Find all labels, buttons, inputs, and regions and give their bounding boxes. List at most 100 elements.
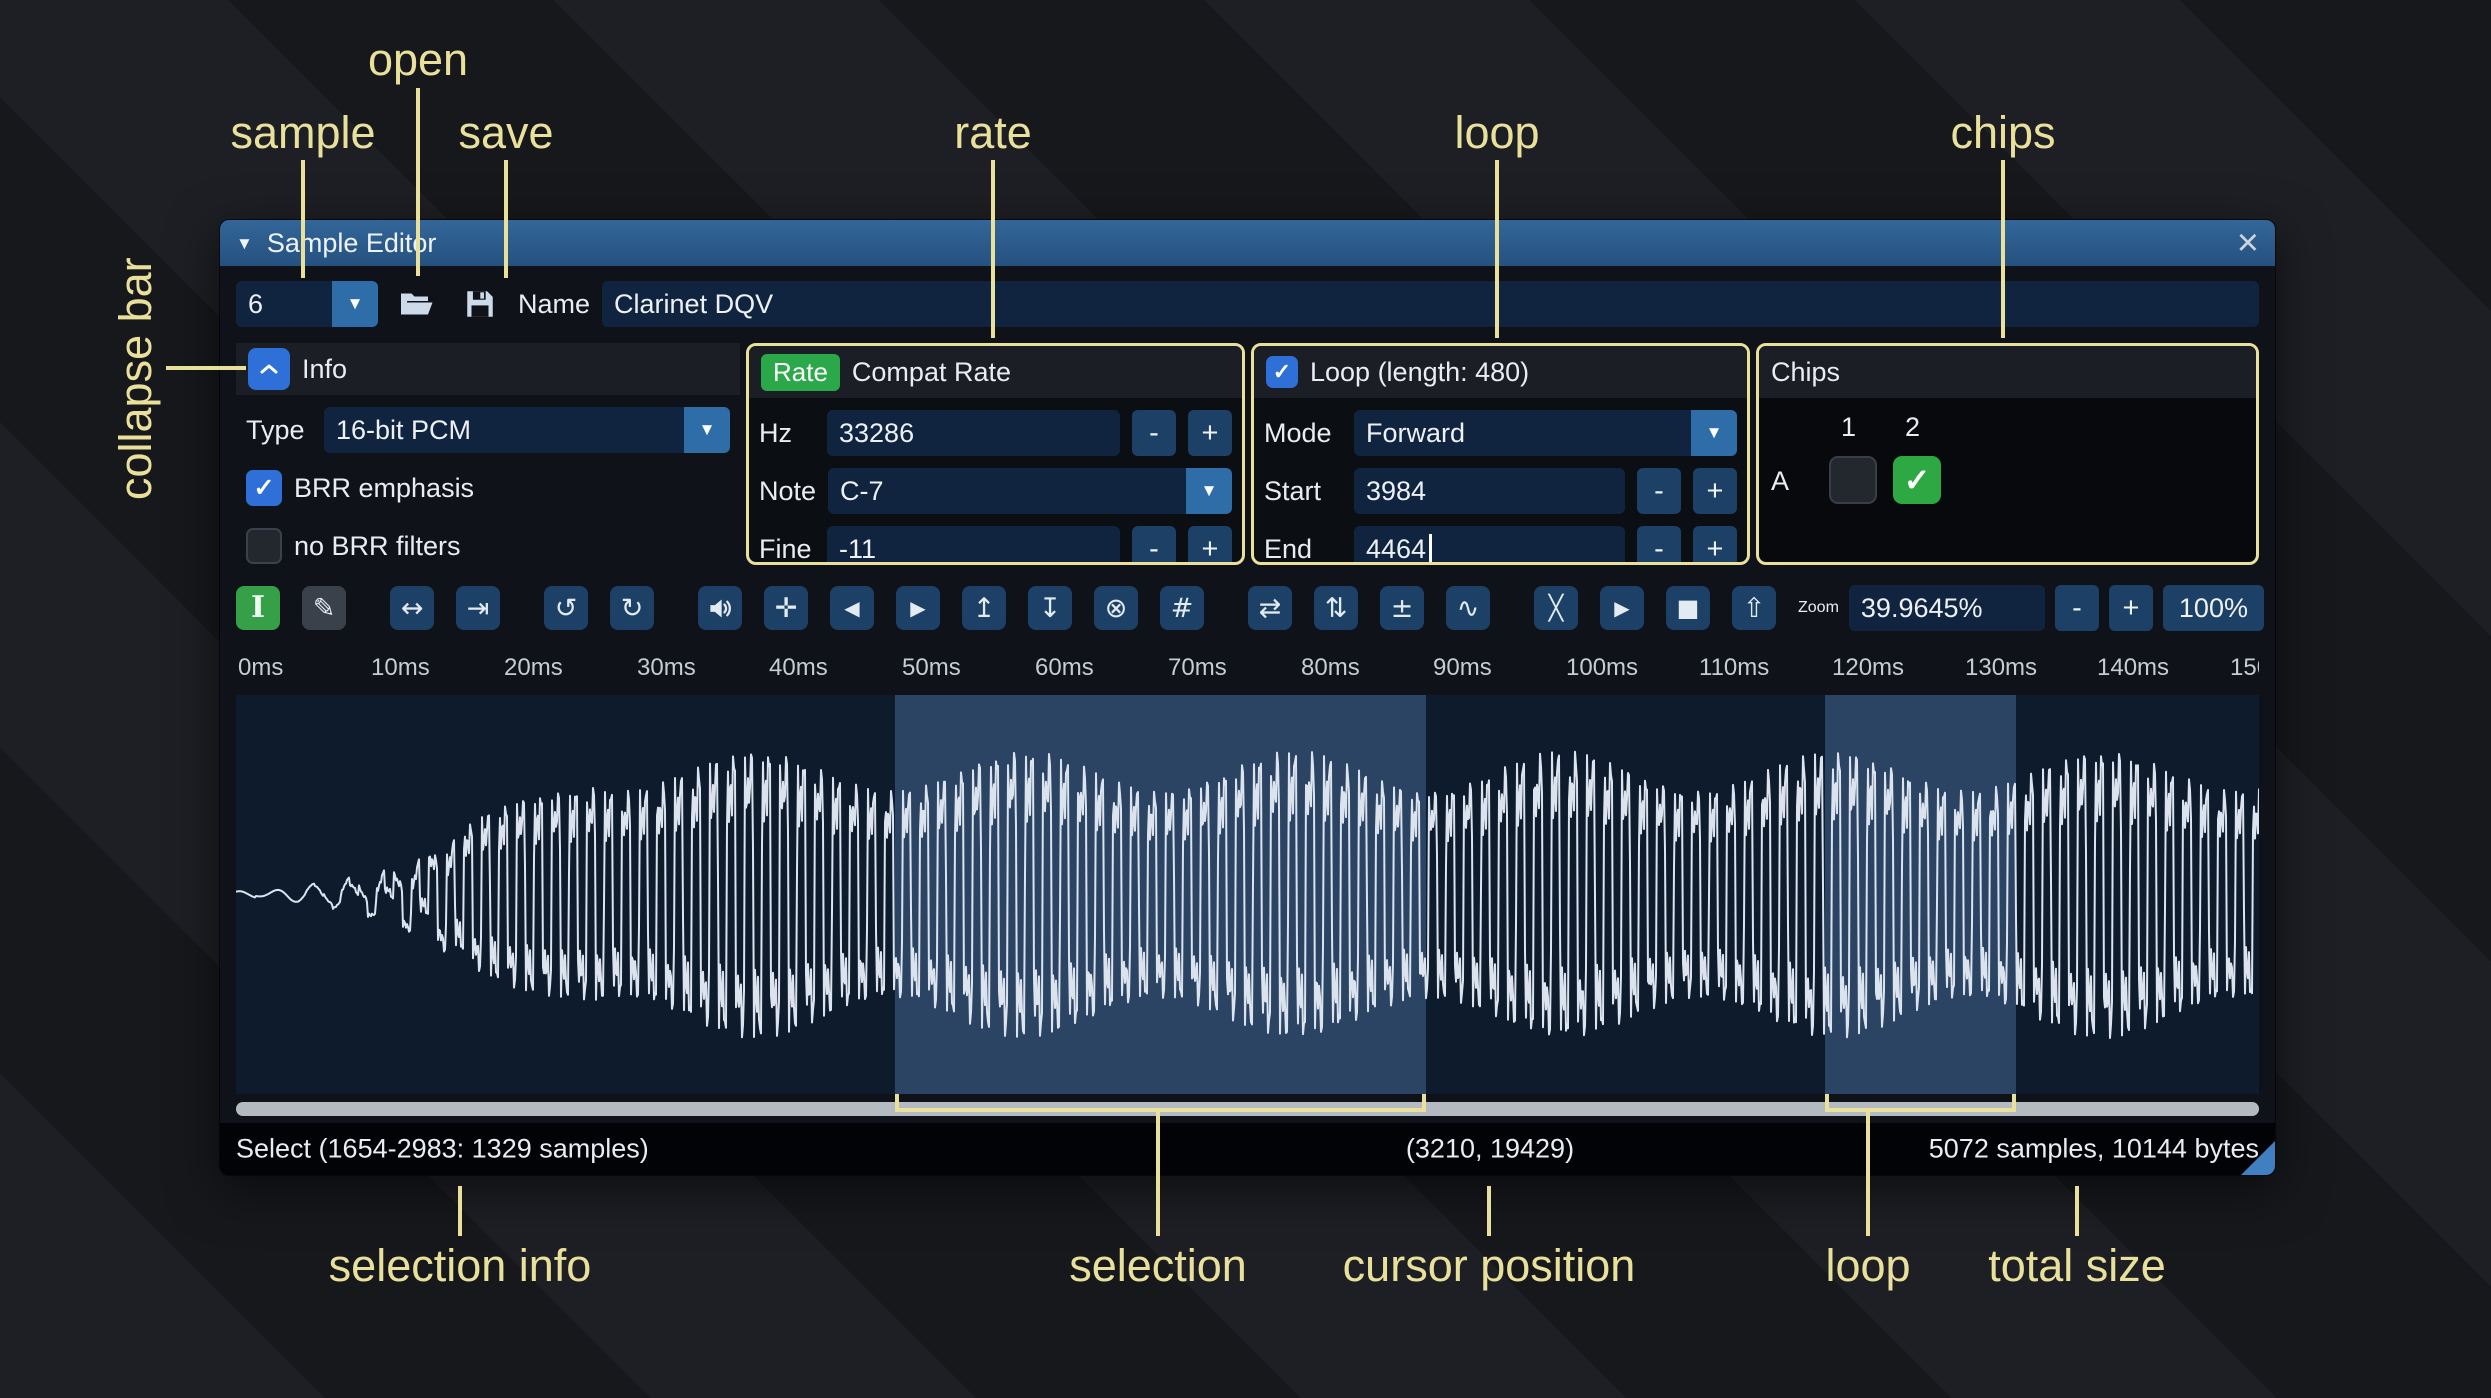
apply-silence-icon: ↧ [1038, 592, 1062, 624]
undo-button[interactable]: ↺ [544, 586, 588, 630]
chips-grid: 1 2 A ✓ [1759, 398, 2256, 562]
fade-in-button[interactable]: ◀ [830, 586, 874, 630]
loop-start-plus-button[interactable]: + [1693, 468, 1737, 514]
fade-out-button[interactable]: ▶ [896, 586, 940, 630]
annotation-line-save [504, 160, 508, 278]
zoom-input[interactable]: 39.9645% [1848, 585, 2045, 631]
sample-selector[interactable]: 6 ▼ [236, 281, 378, 327]
resize-button[interactable]: ↔ [390, 586, 434, 630]
collapse-bar-button[interactable] [248, 348, 290, 390]
rate-badge[interactable]: Rate [761, 353, 840, 391]
no-brr-filters-checkbox[interactable] [246, 528, 282, 564]
chevron-down-glyph: ▼ [698, 420, 716, 439]
brr-emphasis-checkbox[interactable]: ✓ [246, 470, 282, 506]
timeline-label: 80ms [1301, 654, 1360, 681]
chevron-down-icon[interactable]: ▼ [684, 407, 730, 453]
normalize-button[interactable]: ✛ [764, 586, 808, 630]
loop-end-input[interactable]: 4464 [1354, 526, 1625, 564]
apply-silence-button[interactable]: ↧ [1028, 586, 1072, 630]
fine-plus-button[interactable]: + [1188, 526, 1232, 562]
timeline-label: 100ms [1566, 654, 1639, 681]
sample-number-input[interactable]: 6 [236, 281, 332, 327]
close-icon[interactable]: × [2237, 224, 2259, 262]
filter-button[interactable]: ∿ [1446, 586, 1490, 630]
annotation-line-chips [2001, 160, 2005, 338]
chip-a2-toggle[interactable]: ✓ [1893, 456, 1941, 504]
reverse-icon: ⇄ [1258, 592, 1282, 624]
amplify-button[interactable] [698, 586, 742, 630]
export-button[interactable]: ⇧ [1732, 586, 1776, 630]
loop-mode-label: Mode [1264, 417, 1332, 448]
save-button[interactable] [454, 280, 506, 328]
chips-header-bar: Chips [1759, 346, 2256, 398]
loop-mode-dropdown[interactable]: Forward ▼ [1354, 410, 1737, 456]
resize-grip[interactable] [2241, 1141, 2275, 1175]
invert-icon: ⇅ [1324, 592, 1348, 624]
rate-header: Compat Rate [851, 356, 1011, 387]
resample-button[interactable]: ⇥ [456, 586, 500, 630]
no-brr-filters-label: no BRR filters [294, 530, 461, 561]
info-header-bar: Info [236, 343, 740, 395]
loop-end-plus-button[interactable]: + [1693, 526, 1737, 562]
loop-bracket [1825, 1094, 2016, 1112]
redo-button[interactable]: ↻ [610, 586, 654, 630]
loop-start-input[interactable]: 3984 [1354, 468, 1625, 514]
stop-button[interactable]: ■ [1666, 586, 1710, 630]
upload-icon: ⇧ [1742, 592, 1766, 624]
chips-header: Chips [1771, 356, 1841, 387]
hz-input[interactable]: 33286 [827, 410, 1120, 456]
chips-panel: Chips 1 2 A ✓ [1756, 343, 2259, 565]
loop-header: Loop (length: 480) [1310, 356, 1530, 387]
loop-mode-value[interactable]: Forward [1354, 410, 1691, 456]
i-beam-cursor-icon: I [250, 590, 266, 625]
status-bar: Select (1654-2983: 1329 samples) (3210, … [220, 1123, 2275, 1175]
chevron-down-icon[interactable]: ▼ [1186, 468, 1232, 514]
type-value[interactable]: 16-bit PCM [324, 407, 684, 453]
reverse-button[interactable]: ⇄ [1248, 586, 1292, 630]
fine-minus-button[interactable]: - [1132, 526, 1176, 562]
zoom-out-button[interactable]: - [2054, 585, 2099, 631]
zoom-reset-button[interactable]: 100% [2162, 585, 2264, 631]
preview-button[interactable]: ▶ [1600, 586, 1644, 630]
timeline-label: 50ms [902, 654, 961, 681]
fine-input[interactable]: -11 [827, 526, 1120, 562]
hz-plus-button[interactable]: + [1188, 410, 1232, 456]
name-label: Name [518, 288, 591, 319]
sign-button[interactable]: ± [1380, 586, 1424, 630]
zoom-in-button[interactable]: + [2108, 585, 2153, 631]
loop-end-value: 4464 [1366, 533, 1427, 564]
draw-tool-button[interactable]: ✎ [302, 586, 346, 630]
chevron-down-icon[interactable]: ▼ [1691, 410, 1737, 456]
delete-button[interactable]: ⊗ [1094, 586, 1138, 630]
rate-panel: Rate Compat Rate Hz 33286 - + Note C-7 ▼ [746, 343, 1245, 565]
window-collapse-icon[interactable]: ▼ [236, 235, 253, 252]
invert-button[interactable]: ⇅ [1314, 586, 1358, 630]
open-button[interactable] [390, 280, 442, 328]
play-icon: ▶ [1614, 596, 1630, 620]
annotation-line-collapse-bar [166, 366, 246, 370]
hz-minus-button[interactable]: - [1132, 410, 1176, 456]
waveform-display[interactable] [236, 695, 2259, 1094]
type-dropdown[interactable]: 16-bit PCM ▼ [324, 407, 730, 453]
stop-icon: ■ [1676, 594, 1700, 622]
undo-icon: ↺ [554, 592, 578, 624]
loop-end-minus-button[interactable]: - [1637, 526, 1681, 562]
name-input[interactable]: Clarinet DQV [602, 281, 2259, 327]
pencil-icon: ✎ [312, 592, 336, 624]
sample-dropdown-button[interactable]: ▼ [332, 281, 378, 327]
crop-icon: # [1170, 592, 1194, 624]
note-dropdown[interactable]: C-7 ▼ [828, 468, 1232, 514]
note-label: Note [759, 475, 817, 506]
timeline-label: 40ms [769, 654, 828, 681]
annotation-loop-top: loop [1454, 107, 1540, 158]
note-value[interactable]: C-7 [828, 468, 1186, 514]
info-header: Info [302, 353, 348, 384]
insert-silence-button[interactable]: ↥ [962, 586, 1006, 630]
loop-enable-checkbox[interactable]: ✓ [1266, 356, 1298, 388]
loop-start-minus-button[interactable]: - [1637, 468, 1681, 514]
titlebar[interactable]: ▼ Sample Editor × [220, 220, 2275, 266]
crossfade-button[interactable]: ╳ [1534, 586, 1578, 630]
chip-a1-toggle[interactable] [1829, 456, 1877, 504]
trim-button[interactable]: # [1160, 586, 1204, 630]
select-tool-button[interactable]: I [236, 586, 280, 630]
